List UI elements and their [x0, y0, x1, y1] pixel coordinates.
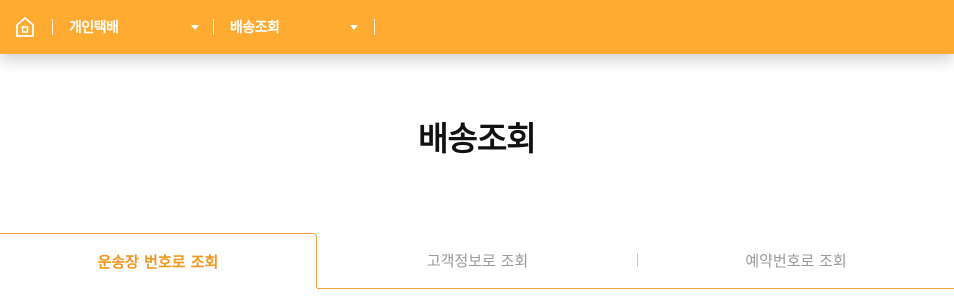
- tab-waybill-number[interactable]: 운송장 번호로 조회: [0, 233, 317, 288]
- tab-reservation-number[interactable]: 예약번호로 조회: [638, 233, 954, 288]
- category-dropdown[interactable]: 개인택배: [69, 0, 119, 54]
- header-divider: [213, 19, 214, 35]
- menu-dropdown[interactable]: 배송조회: [230, 0, 280, 54]
- tab-label: 예약번호로 조회: [745, 252, 847, 270]
- home-icon: [16, 17, 34, 37]
- tab-customer-info[interactable]: 고객정보로 조회: [318, 233, 637, 288]
- top-navigation-bar: 개인택배 배송조회: [0, 0, 954, 54]
- caret-down-icon[interactable]: [350, 25, 358, 30]
- tab-bottom-border: [317, 288, 954, 289]
- header-divider: [374, 19, 375, 35]
- page-title: 배송조회: [418, 119, 536, 158]
- search-method-tabs: 운송장 번호로 조회 고객정보로 조회 예약번호로 조회: [0, 233, 954, 289]
- tab-label: 운송장 번호로 조회: [97, 252, 219, 271]
- tab-label: 고객정보로 조회: [426, 252, 529, 270]
- header-divider: [52, 19, 53, 35]
- caret-down-icon[interactable]: [191, 25, 199, 30]
- category-dropdown-label: 개인택배: [69, 20, 119, 36]
- menu-dropdown-label: 배송조회: [230, 20, 280, 36]
- home-button[interactable]: [10, 12, 40, 42]
